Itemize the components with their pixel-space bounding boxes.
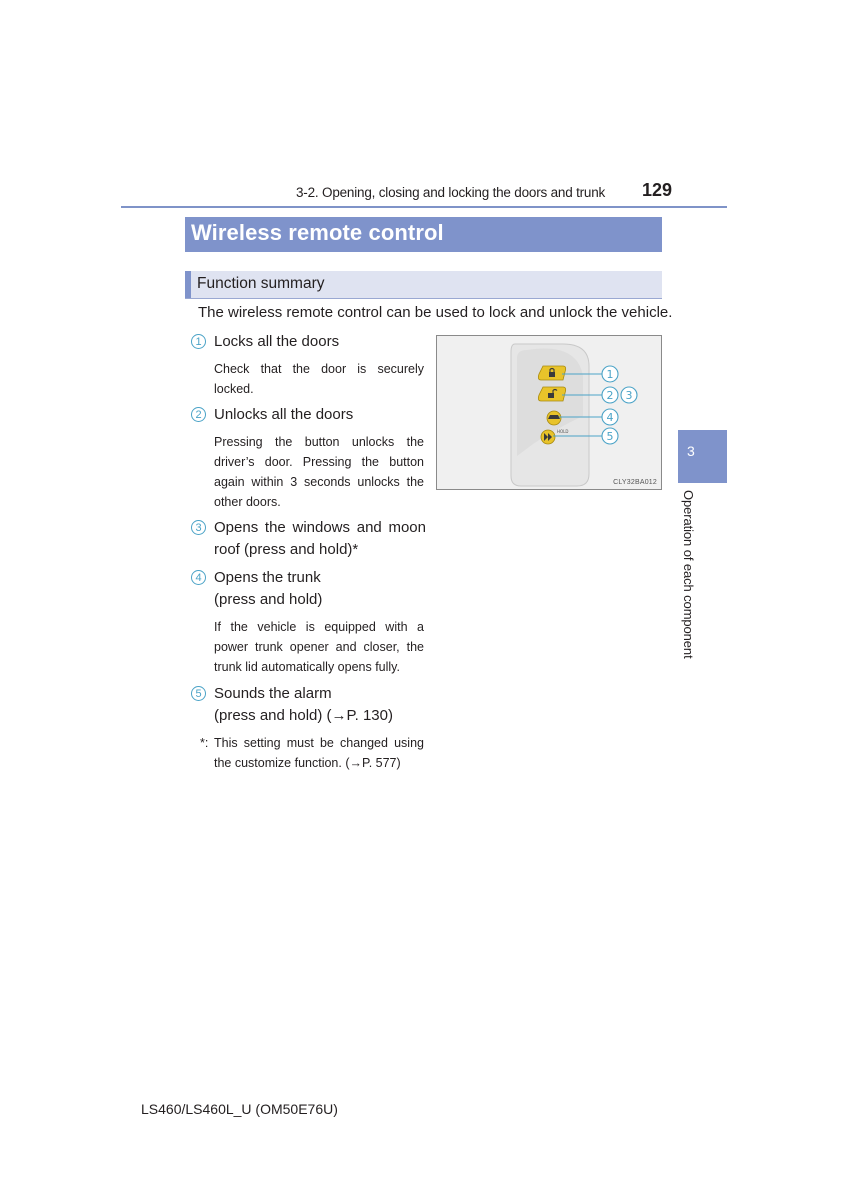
hold-label: HOLD (557, 429, 568, 434)
subsection-title: Function summary (197, 275, 325, 292)
callout-2: 2 (607, 389, 614, 402)
callout-number-4: 4 (191, 570, 206, 585)
footnote-marker: *: (200, 736, 209, 750)
subsection-accent (185, 271, 191, 298)
footer-model-code: LS460/LS460L_U (OM50E76U) (141, 1101, 338, 1117)
callout-labels: 1 2 3 4 5 (607, 368, 633, 443)
item-title: Opens the trunk (press and hold) (214, 569, 323, 608)
callout-4: 4 (607, 411, 614, 424)
intro-text: The wireless remote control can be used … (198, 304, 673, 321)
item-note: Pressing the button unlocks the driver’s… (214, 435, 424, 509)
footnote-text: This setting must be changed using the c… (214, 736, 424, 770)
callout-5: 5 (607, 430, 614, 443)
list-item-3: 3 Opens the windows and moon roof (press… (191, 517, 426, 563)
callout-number-3: 3 (191, 520, 206, 535)
page-title: Wireless remote control (191, 220, 444, 245)
running-header-section: 3-2. Opening, closing and locking the do… (296, 185, 606, 200)
callout-number-2: 2 (191, 407, 206, 422)
item-note: Check that the door is securely locked. (214, 362, 424, 396)
list-item-4: 4 Opens the trunk (press and hold) (191, 567, 426, 613)
item-note: If the vehicle is equipped with a power … (214, 620, 424, 674)
list-item-5: 5 Sounds the alarm (press and hold) (→P.… (191, 683, 426, 729)
page-number: 129 (642, 180, 673, 200)
callout-3: 3 (626, 389, 633, 402)
item-title: Opens the windows and moon roof (press a… (214, 519, 426, 558)
header-rule (121, 206, 727, 208)
item-title: Unlocks all the doors (214, 406, 354, 423)
callout-number-5: 5 (191, 686, 206, 701)
subsection-bar: Function summary (185, 271, 662, 299)
list-item-1: 1 Locks all the doors (191, 331, 426, 355)
trunk-button-icon (546, 410, 562, 426)
chapter-label: Operation of each component (681, 490, 696, 659)
footnote: *: This setting must be changed using th… (200, 733, 424, 773)
callout-number-1: 1 (191, 334, 206, 349)
chapter-tab[interactable]: 3 (678, 430, 727, 483)
unlock-button-icon (537, 386, 567, 402)
key-fob-illustration: HOLD 1 2 3 4 5 CLY32BA012 (436, 335, 662, 490)
title-bar: Wireless remote control (185, 217, 662, 252)
figure-code: CLY32BA012 (613, 479, 657, 486)
lock-button-icon (537, 365, 567, 381)
chapter-number: 3 (687, 443, 695, 459)
callout-1: 1 (607, 368, 614, 381)
item-title: Locks all the doors (214, 333, 340, 350)
key-fob-drawing: HOLD 1 2 3 4 5 (510, 343, 638, 487)
item-title: Sounds the alarm (press and hold) (→P. 1… (214, 685, 393, 724)
list-item-2: 2 Unlocks all the doors (191, 404, 426, 428)
